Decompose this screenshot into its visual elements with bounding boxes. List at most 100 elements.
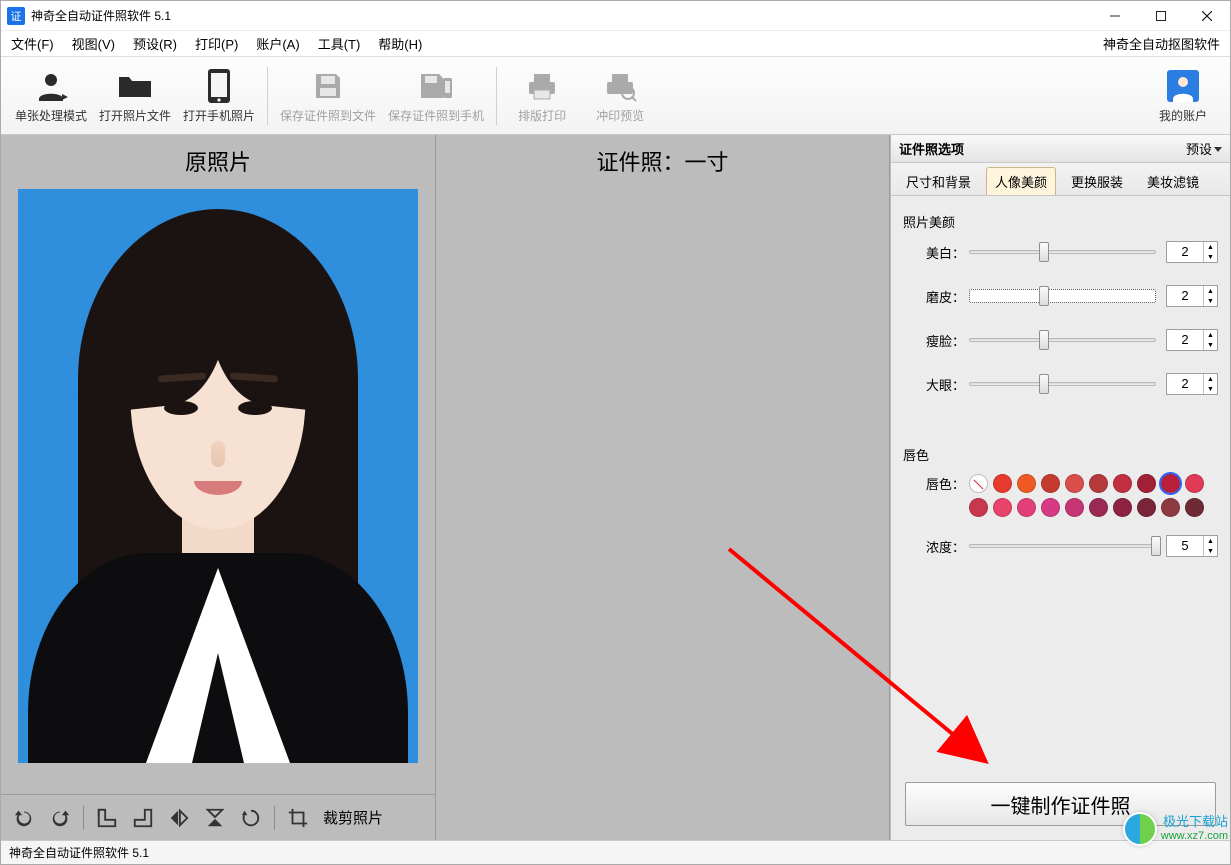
- save-file-button[interactable]: 保存证件照到文件: [274, 62, 382, 130]
- density-spin[interactable]: 5▲▼: [1166, 535, 1218, 557]
- side-header: 证件照选项 预设: [891, 135, 1230, 163]
- account-icon: [1166, 67, 1200, 105]
- lip-color-swatch[interactable]: [1017, 474, 1036, 493]
- close-button[interactable]: [1184, 1, 1230, 31]
- original-title: 原照片: [1, 135, 435, 189]
- lip-color-grid: [969, 474, 1218, 517]
- lip-color-swatch[interactable]: [1089, 474, 1108, 493]
- density-row: 浓度： 5▲▼: [921, 535, 1218, 557]
- printer-icon: [525, 67, 559, 105]
- lip-color-swatch[interactable]: [1113, 498, 1132, 517]
- crop-button[interactable]: [285, 805, 311, 831]
- result-title: 证件照：一寸: [436, 135, 889, 189]
- smooth-slider[interactable]: [969, 287, 1156, 305]
- smooth-spin[interactable]: 2▲▼: [1166, 285, 1218, 307]
- separator: [83, 806, 84, 830]
- menu-account[interactable]: 账户(A): [256, 34, 299, 53]
- original-photo: [18, 189, 418, 763]
- statusbar: 神奇全自动证件照软件 5.1: [1, 840, 1230, 864]
- flip-v-button[interactable]: [202, 805, 228, 831]
- tab-beauty[interactable]: 人像美颜: [986, 167, 1056, 195]
- lip-color-swatch[interactable]: [1089, 498, 1108, 517]
- lip-color-swatch[interactable]: [1137, 498, 1156, 517]
- account-button[interactable]: 我的账户: [1144, 62, 1222, 130]
- eye-label: 大眼：: [921, 375, 969, 394]
- menu-tools[interactable]: 工具(T): [318, 34, 361, 53]
- side-tabs: 尺寸和背景 人像美颜 更换服装 美妆滤镜: [891, 163, 1230, 196]
- flip-h-button[interactable]: [166, 805, 192, 831]
- save-phone-icon: [419, 67, 453, 105]
- photo-tools: 裁剪照片: [1, 794, 435, 840]
- lip-color-swatch[interactable]: [1137, 474, 1156, 493]
- lip-color-swatch[interactable]: [993, 474, 1012, 493]
- save-phone-button[interactable]: 保存证件照到手机: [382, 62, 490, 130]
- result-pane: 证件照：一寸: [436, 135, 890, 840]
- lip-color-swatch[interactable]: [969, 474, 988, 493]
- lip-color-swatch[interactable]: [1041, 474, 1060, 493]
- open-file-button[interactable]: 打开照片文件: [93, 62, 177, 130]
- layout-print-button[interactable]: 排版打印: [503, 62, 581, 130]
- app-icon: 证: [7, 7, 25, 25]
- lip-color-swatch[interactable]: [1161, 474, 1180, 493]
- print-preview-icon: [603, 67, 637, 105]
- separator: [267, 67, 268, 125]
- lip-color-swatch[interactable]: [1185, 498, 1204, 517]
- preset-label: 预设: [1186, 139, 1212, 158]
- folder-icon: [117, 67, 153, 105]
- lip-color-swatch[interactable]: [1017, 498, 1036, 517]
- print-preview-button[interactable]: 冲印预览: [581, 62, 659, 130]
- whiten-spin[interactable]: 2▲▼: [1166, 241, 1218, 263]
- whiten-row: 美白： 2▲▼: [921, 241, 1218, 263]
- tab-clothes[interactable]: 更换服装: [1062, 167, 1132, 195]
- lip-color-swatch[interactable]: [993, 498, 1012, 517]
- separator: [274, 806, 275, 830]
- save-phone-label: 保存证件照到手机: [388, 107, 484, 124]
- menu-print[interactable]: 打印(P): [195, 34, 238, 53]
- menu-view[interactable]: 视图(V): [72, 34, 115, 53]
- tab-makeup[interactable]: 美妆滤镜: [1138, 167, 1208, 195]
- smooth-row: 磨皮： 2▲▼: [921, 285, 1218, 307]
- lip-color-swatch[interactable]: [1113, 474, 1132, 493]
- whiten-label: 美白：: [921, 243, 969, 262]
- tab-size-bg[interactable]: 尺寸和背景: [897, 167, 980, 195]
- menu-file[interactable]: 文件(F): [11, 34, 54, 53]
- density-slider[interactable]: [969, 537, 1156, 555]
- lip-color-swatch[interactable]: [1041, 498, 1060, 517]
- layout-print-label: 排版打印: [518, 107, 566, 124]
- redo-button[interactable]: [47, 805, 73, 831]
- eye-row: 大眼： 2▲▼: [921, 373, 1218, 395]
- crop-label: 裁剪照片: [323, 807, 383, 828]
- menu-right-link[interactable]: 神奇全自动抠图软件: [1103, 34, 1220, 53]
- side-header-title: 证件照选项: [899, 139, 964, 158]
- undo-button[interactable]: [11, 805, 37, 831]
- slim-label: 瘦脸：: [921, 331, 969, 350]
- side-body: 照片美颜 美白： 2▲▼ 磨皮： 2▲▼ 瘦脸： 2▲▼ 大眼： 2▲▼: [891, 196, 1230, 782]
- lip-color-swatch[interactable]: [1185, 474, 1204, 493]
- open-file-label: 打开照片文件: [99, 107, 171, 124]
- preset-dropdown[interactable]: 预设: [1186, 139, 1222, 158]
- eye-slider[interactable]: [969, 375, 1156, 393]
- mode-button[interactable]: 单张处理模式: [9, 62, 93, 130]
- lip-color-swatch[interactable]: [969, 498, 988, 517]
- lip-label: 唇色：: [921, 474, 969, 493]
- lip-color-swatch[interactable]: [1065, 498, 1084, 517]
- slim-spin[interactable]: 2▲▼: [1166, 329, 1218, 351]
- lip-color-swatch[interactable]: [1161, 498, 1180, 517]
- menu-preset[interactable]: 预设(R): [133, 34, 177, 53]
- separator: [496, 67, 497, 125]
- lip-color-swatch[interactable]: [1065, 474, 1084, 493]
- open-phone-button[interactable]: 打开手机照片: [177, 62, 261, 130]
- rotate-tl-button[interactable]: [94, 805, 120, 831]
- rotate-tr-button[interactable]: [130, 805, 156, 831]
- slim-slider[interactable]: [969, 331, 1156, 349]
- maximize-button[interactable]: [1138, 1, 1184, 31]
- minimize-button[interactable]: [1092, 1, 1138, 31]
- whiten-slider[interactable]: [969, 243, 1156, 261]
- make-photo-button[interactable]: 一键制作证件照: [905, 782, 1216, 826]
- eye-spin[interactable]: 2▲▼: [1166, 373, 1218, 395]
- rotate-button[interactable]: [238, 805, 264, 831]
- smooth-label: 磨皮：: [921, 287, 969, 306]
- beauty-group-title: 照片美颜: [903, 212, 1218, 231]
- menu-help[interactable]: 帮助(H): [378, 34, 422, 53]
- slim-row: 瘦脸： 2▲▼: [921, 329, 1218, 351]
